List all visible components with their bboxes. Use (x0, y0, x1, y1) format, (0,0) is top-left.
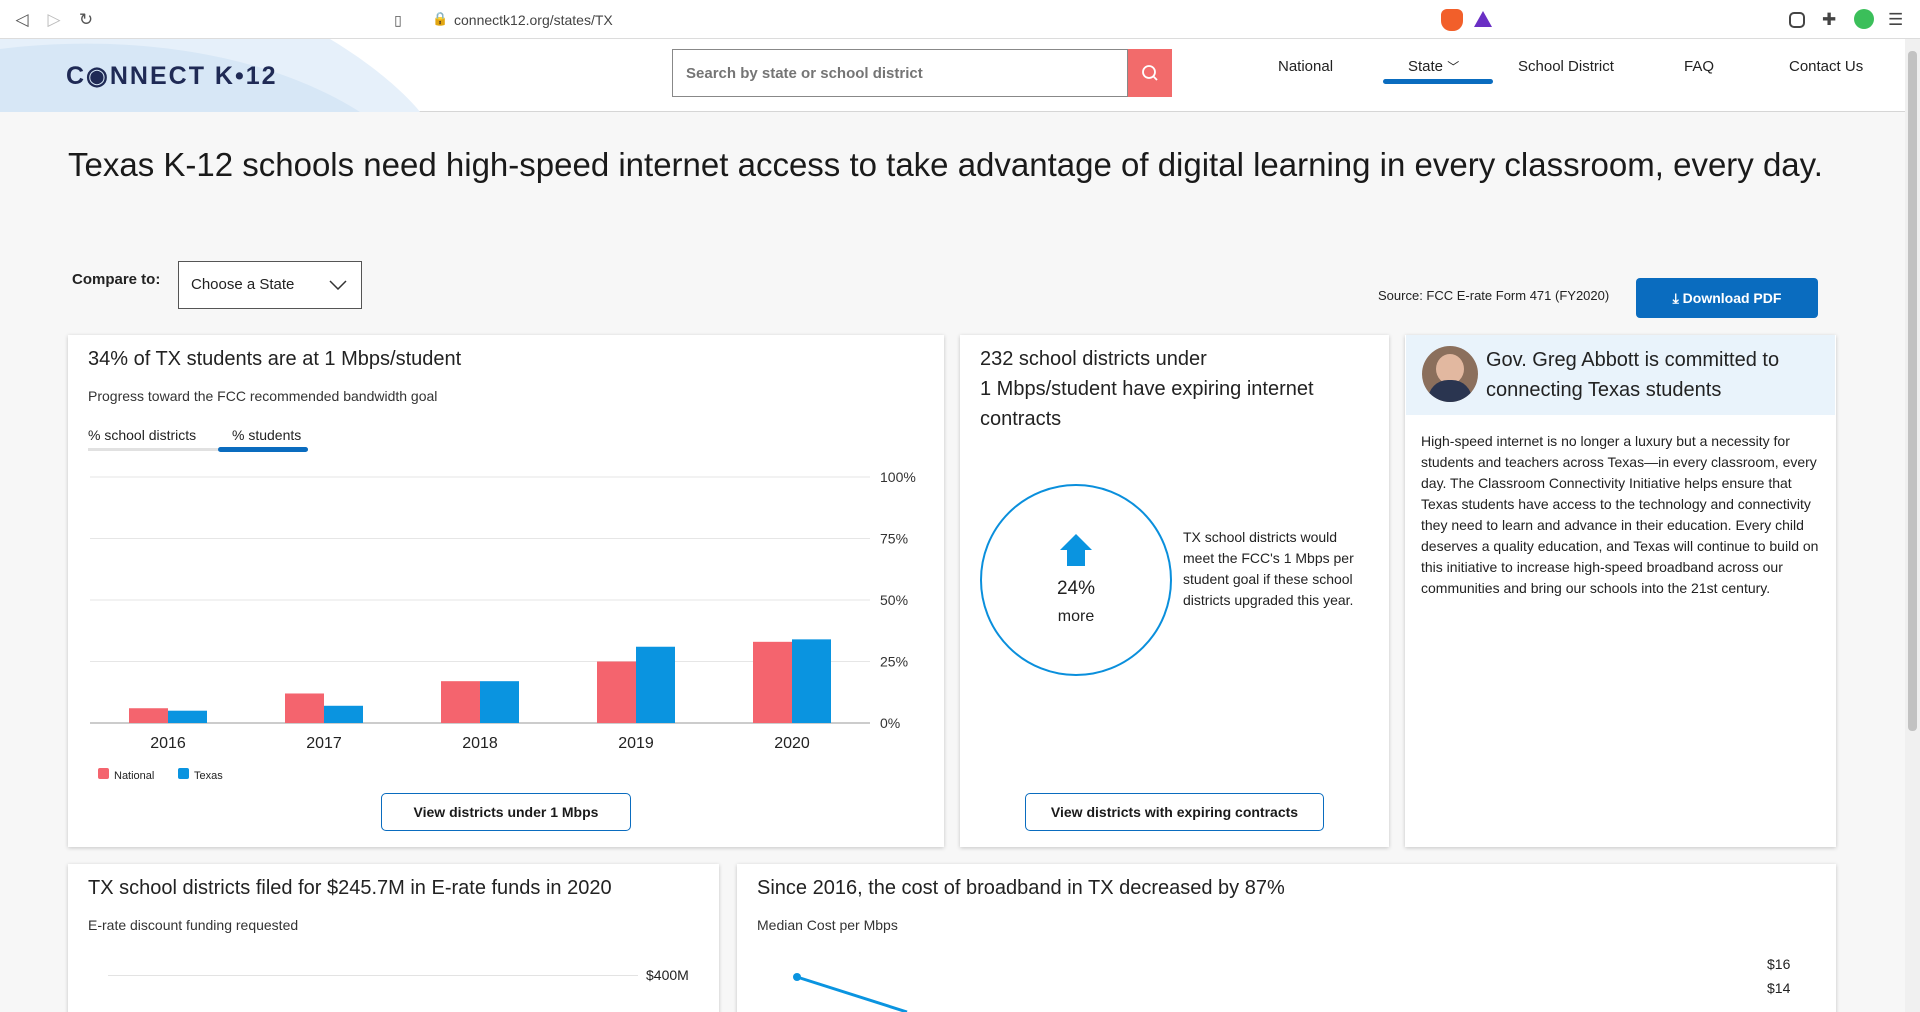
scrollbar-thumb[interactable] (1908, 51, 1917, 731)
legend-swatch-national (98, 768, 109, 779)
download-icon: ⤓ (1672, 290, 1679, 306)
search-icon (1142, 65, 1158, 81)
pocket-icon[interactable] (1789, 12, 1805, 28)
source-text: Source: FCC E-rate Form 471 (FY2020) (1378, 288, 1610, 303)
card-contracts-title-1: 232 school districts under (980, 348, 1207, 370)
search-button[interactable] (1128, 49, 1172, 97)
nav-contact-us[interactable]: Contact Us (1789, 58, 1863, 75)
cost-series-line (796, 975, 908, 1012)
bar-texas-2018 (480, 681, 519, 723)
nav-state[interactable]: State ﹀ (1408, 58, 1459, 75)
cost-line-chart (793, 973, 908, 1012)
bar-national-2020 (753, 641, 792, 723)
x-tick-label: 2020 (774, 735, 810, 752)
percent-more: more (1057, 608, 1095, 625)
y-tick-label: 100% (880, 469, 916, 485)
card-erate-title: TX school districts filed for $245.7M in… (88, 877, 612, 899)
arrow-up-icon (1060, 534, 1092, 566)
view-districts-under-button[interactable]: View districts under 1 Mbps (381, 793, 631, 831)
bar-texas-2016 (168, 710, 207, 723)
cost-tick-14: $14 (1767, 980, 1791, 996)
chevron-down-icon: ﹀ (1447, 60, 1460, 74)
erate-tick-label: $400M (646, 967, 689, 983)
cost-tick-16: $16 (1767, 956, 1791, 972)
y-tick-label: 75% (880, 531, 908, 547)
nav-faq[interactable]: FAQ (1684, 58, 1714, 75)
governor-header: Gov. Greg Abbott is committed to connect… (1406, 335, 1835, 415)
percent-circle: 24% more (980, 484, 1172, 676)
nav-state-label: State (1408, 58, 1444, 75)
y-tick-label: 50% (880, 592, 908, 608)
governor-avatar (1422, 346, 1478, 402)
x-tick-label: 2016 (150, 735, 186, 752)
nav-active-indicator (1383, 79, 1493, 84)
card-erate-subtitle: E-rate discount funding requested (88, 917, 299, 933)
nav-school-district[interactable]: School District (1518, 58, 1614, 75)
contracts-description: TX school districts would meet the FCC's… (1183, 529, 1354, 608)
card-cost-title: Since 2016, the cost of broadband in TX … (757, 877, 1285, 899)
erate-gridline (108, 975, 638, 976)
y-tick-label: 0% (880, 715, 900, 731)
card-contracts-title-3: contracts (980, 408, 1062, 430)
card-cost-subtitle: Median Cost per Mbps (757, 917, 898, 933)
legend-label-texas: Texas (194, 770, 223, 782)
bar-chart: 0% 25% 50% 75% 100% 2016 2017 2018 2019 2020 Natio… (90, 469, 916, 782)
view-expiring-contracts-button[interactable]: View districts with expiring contracts (1025, 793, 1324, 831)
bar-national-2018 (441, 681, 480, 723)
card-contracts-title-2: 1 Mbps/student have expiring internet (980, 378, 1314, 400)
scrollbar-track[interactable] (1905, 39, 1920, 1012)
legend-label-national: National (114, 770, 154, 782)
x-tick-label: 2019 (618, 735, 654, 752)
governor-statement: High-speed internet is no longer a luxur… (1421, 433, 1819, 596)
bar-national-2016 (129, 708, 168, 723)
extension-x-icon[interactable] (1854, 9, 1874, 29)
y-tick-label: 25% (880, 654, 908, 670)
bar-texas-2020 (792, 639, 831, 723)
bar-national-2017 (285, 693, 324, 723)
download-pdf-button[interactable]: ⤓ Download PDF (1636, 278, 1818, 318)
brave-rewards-icon[interactable] (1474, 11, 1492, 27)
download-label: Download PDF (1682, 290, 1782, 306)
bar-texas-2019 (636, 646, 675, 723)
extensions-icon[interactable]: ✚ (1822, 9, 1844, 31)
menu-icon[interactable]: ☰ (1888, 9, 1910, 31)
bar-national-2019 (597, 661, 636, 723)
percent-value: 24% (1056, 578, 1096, 599)
cost-point (793, 973, 801, 981)
legend-swatch-texas (178, 768, 189, 779)
bar-texas-2017 (324, 705, 363, 723)
brave-shield-icon[interactable] (1441, 9, 1463, 31)
x-tick-label: 2017 (306, 735, 342, 752)
governor-title: Gov. Greg Abbott is committed to connect… (1486, 349, 1780, 401)
x-tick-label: 2018 (462, 735, 498, 752)
nav-national[interactable]: National (1278, 58, 1333, 75)
